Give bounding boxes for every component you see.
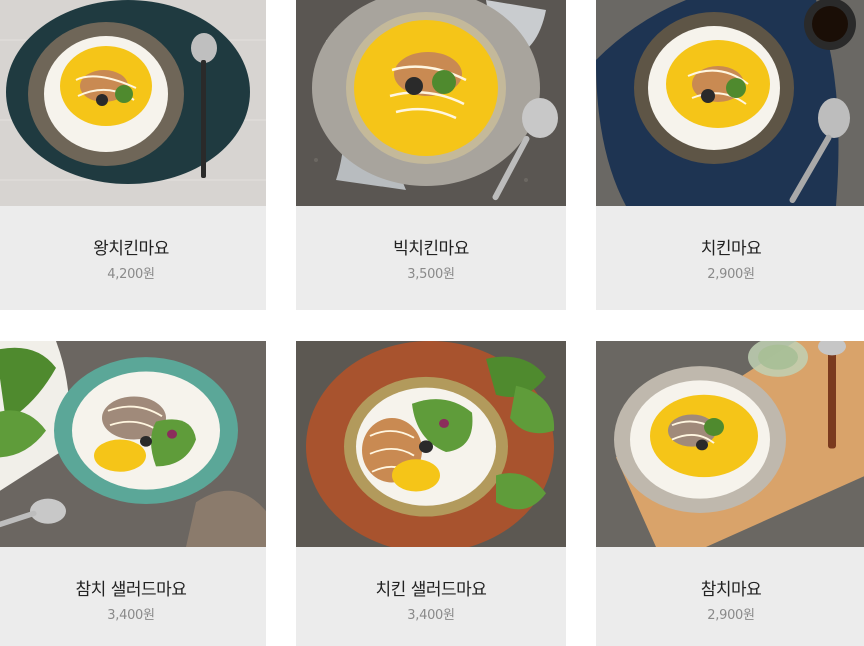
menu-item-tuna-salad-mayo[interactable]: 참치 샐러드마요 3,400원: [0, 341, 266, 646]
menu-item-info: 치킨 샐러드마요 3,400원: [296, 547, 566, 646]
menu-item-price: 4,200원: [107, 267, 155, 282]
menu-item-price: 2,900원: [707, 267, 755, 282]
menu-item-photo: [0, 0, 266, 206]
menu-item-price: 3,400원: [107, 608, 155, 623]
menu-item-wang-chicken-mayo[interactable]: 왕치킨마요 4,200원: [0, 0, 266, 310]
menu-item-photo: [0, 341, 266, 547]
menu-item-photo: [596, 341, 864, 547]
food-photo-wang-chicken-mayo: [0, 0, 266, 206]
menu-item-price: 3,400원: [407, 608, 455, 623]
food-photo-big-chicken-mayo: [296, 0, 566, 206]
menu-item-price: 3,500원: [407, 267, 455, 282]
menu-item-info: 참치 샐러드마요 3,400원: [0, 547, 266, 646]
menu-item-info: 빅치킨마요 3,500원: [296, 206, 566, 310]
menu-item-photo: [596, 0, 864, 206]
food-photo-chicken-salad-mayo: [296, 341, 566, 547]
food-photo-chicken-mayo: [596, 0, 864, 206]
menu-item-name: 참치마요: [700, 580, 762, 600]
menu-grid: 왕치킨마요 4,200원 빅치킨마요 3,500원 치킨마요 2,900원 참치…: [0, 0, 864, 646]
menu-item-tuna-mayo[interactable]: 참치마요 2,900원: [596, 341, 864, 646]
menu-item-info: 참치마요 2,900원: [596, 547, 864, 646]
menu-item-big-chicken-mayo[interactable]: 빅치킨마요 3,500원: [296, 0, 566, 310]
menu-item-price: 2,900원: [707, 608, 755, 623]
menu-item-name: 빅치킨마요: [393, 239, 469, 259]
menu-item-name: 왕치킨마요: [93, 239, 169, 259]
menu-item-name: 치킨마요: [700, 239, 762, 259]
menu-item-chicken-mayo[interactable]: 치킨마요 2,900원: [596, 0, 864, 310]
menu-item-photo: [296, 0, 566, 206]
food-photo-tuna-salad-mayo: [0, 341, 266, 547]
menu-item-info: 치킨마요 2,900원: [596, 206, 864, 310]
menu-item-info: 왕치킨마요 4,200원: [0, 206, 266, 310]
menu-item-name: 참치 샐러드마요: [75, 580, 187, 600]
menu-item-name: 치킨 샐러드마요: [375, 580, 487, 600]
menu-item-photo: [296, 341, 566, 547]
menu-item-chicken-salad-mayo[interactable]: 치킨 샐러드마요 3,400원: [296, 341, 566, 646]
food-photo-tuna-mayo: [596, 341, 864, 547]
